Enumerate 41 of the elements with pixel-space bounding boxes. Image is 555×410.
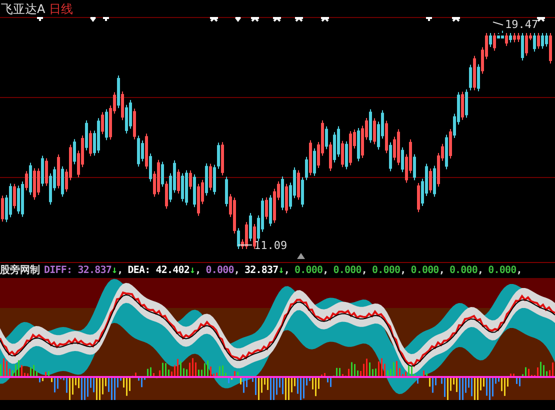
legend-value: 0.000 <box>206 264 234 278</box>
low-price-label: 11.09 <box>238 239 288 252</box>
legend-value: DIFF: 32.837 <box>44 264 112 278</box>
legend-separator: , <box>516 264 522 278</box>
star-signal-icon <box>320 17 330 22</box>
legend-value: 0.000 <box>488 264 516 278</box>
period-label: 日线 <box>49 2 74 14</box>
plus-signal-icon <box>102 17 110 22</box>
high-price-label: 19.47 <box>492 18 538 31</box>
diamond-signal-icon <box>90 17 96 22</box>
legend-value: 0.000 <box>410 264 439 278</box>
legend-separator: , <box>361 264 367 278</box>
diamond-signal-icon <box>235 17 241 22</box>
legend-separator: , <box>438 264 444 278</box>
legend-separator: , <box>400 264 406 278</box>
plus-signal-icon <box>36 17 44 22</box>
star-signal-icon <box>536 17 546 22</box>
legend-separator: , <box>195 264 201 278</box>
indicator-name: 股旁网制 <box>0 263 40 278</box>
legend-separator: , <box>478 264 484 278</box>
star-signal-icon <box>272 17 282 22</box>
star-signal-icon <box>451 17 461 22</box>
down-arrow-icon: ↓ <box>111 263 118 278</box>
star-signal-icon <box>294 17 304 22</box>
legend-value: 0.000 <box>333 264 362 278</box>
star-signal-icon <box>209 17 219 22</box>
star-signal-icon <box>250 17 260 22</box>
legend-value: 32.837 <box>244 264 278 278</box>
legend-separator: , <box>322 264 328 278</box>
plus-signal-icon <box>425 17 433 22</box>
down-arrow-icon: ↓ <box>190 263 196 278</box>
stock-name: 飞亚达A <box>1 2 46 14</box>
legend-separator: , <box>117 264 123 278</box>
legend-value: 0.000 <box>294 264 323 278</box>
legend-separator: , <box>234 264 240 278</box>
legend-value: DEA: 42.402 <box>128 264 190 278</box>
legend-separator: , <box>284 264 290 278</box>
legend-value: 0.000 <box>449 264 478 278</box>
legend-value: 0.000 <box>372 264 400 278</box>
triangle-marker-icon <box>297 253 305 259</box>
down-arrow-icon: ↓ <box>278 263 284 278</box>
